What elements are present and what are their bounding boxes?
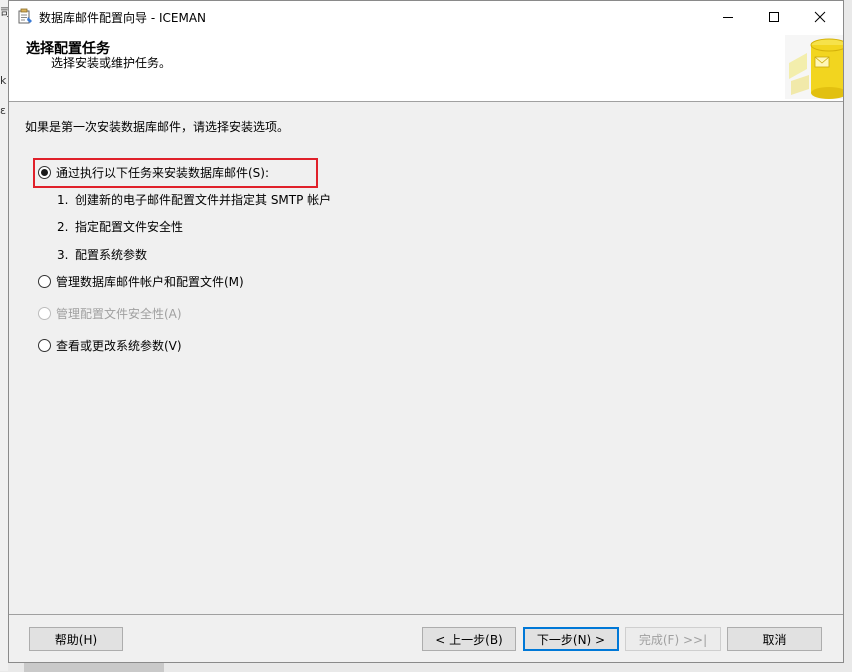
task-step-2: 2. 指定配置文件安全性 [57,218,183,235]
option-install-database-mail[interactable]: 通过执行以下任务来安装数据库邮件(S): [38,164,269,180]
finish-button: 完成(F) >>| [625,627,721,651]
maximize-button[interactable] [751,1,797,32]
wizard-header: 选择配置任务 选择安装或维护任务。 [9,32,843,102]
minimize-button[interactable] [705,1,751,32]
option-manage-profile-security: 管理配置文件安全性(A) [38,305,182,321]
close-icon [814,11,826,22]
step-text: 指定配置文件安全性 [75,220,184,234]
radio-button [38,306,51,320]
back-button[interactable]: < 上一步(B) [422,627,516,651]
wizard-footer: 帮助(H) < 上一步(B) 下一步(N) > 完成(F) >>| 取消 [9,614,843,663]
task-step-3: 3. 配置系统参数 [57,246,147,263]
step-text: 配置系统参数 [75,248,148,262]
intro-text: 如果是第一次安装数据库邮件，请选择安装选项。 [25,120,290,134]
background-text-fragment: k [0,74,7,87]
background-app-strip: 司 k ε [0,0,11,671]
task-step-1: 1. 创建新的电子邮件配置文件并指定其 SMTP 帐户 [57,191,331,208]
next-button[interactable]: 下一步(N) > [523,627,619,651]
step-text: 创建新的电子邮件配置文件并指定其 SMTP 帐户 [75,193,332,207]
option-label: 管理配置文件安全性(A) [56,306,182,321]
page-subtitle: 选择安装或维护任务。 [51,56,172,70]
radio-button[interactable] [38,338,51,352]
step-number: 2. [57,220,69,234]
background-text-fragment: ε [0,104,6,117]
cancel-button[interactable]: 取消 [727,627,822,651]
step-number: 3. [57,248,69,262]
database-mail-banner-icon [785,35,843,99]
wizard-app-icon [18,8,32,24]
option-label: 查看或更改系统参数(V) [56,338,182,353]
option-view-change-system-parameters[interactable]: 查看或更改系统参数(V) [38,337,182,353]
step-number: 1. [57,193,69,207]
maximize-icon [769,11,779,22]
option-manage-accounts-profiles[interactable]: 管理数据库邮件帐户和配置文件(M) [38,273,244,289]
radio-button[interactable] [38,165,51,179]
wizard-content: 如果是第一次安装数据库邮件，请选择安装选项。 通过执行以下任务来安装数据库邮件(… [9,102,843,614]
minimize-icon [723,16,733,18]
title-bar[interactable]: 数据库邮件配置向导 - ICEMAN [9,1,843,32]
option-label: 通过执行以下任务来安装数据库邮件(S): [56,165,270,180]
option-label: 管理数据库邮件帐户和配置文件(M) [56,274,244,289]
window-title: 数据库邮件配置向导 - ICEMAN [39,11,206,25]
close-button[interactable] [797,1,843,32]
help-button[interactable]: 帮助(H) [29,627,123,651]
radio-button[interactable] [38,274,51,288]
wizard-window: 数据库邮件配置向导 - ICEMAN 选择配置任务 选择安装或维护任务。 如果是… [8,0,844,663]
